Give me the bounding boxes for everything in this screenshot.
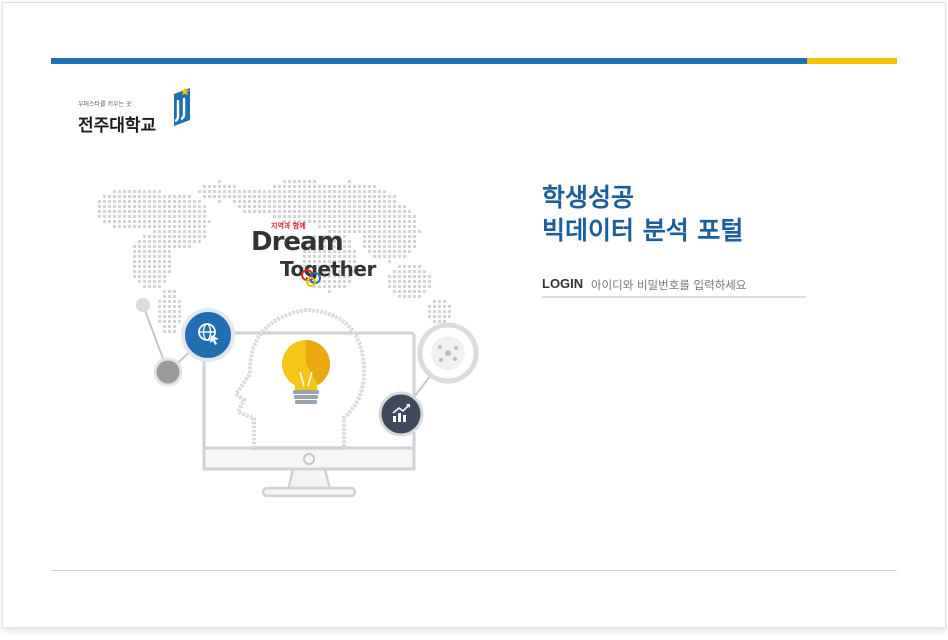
top-accent-bar-blue	[51, 58, 807, 64]
login-hint[interactable]: 아이디와 비밀번호를 입력하세요	[591, 277, 746, 293]
logo-name: 전주대학교	[78, 116, 157, 136]
word-together: Together	[280, 257, 376, 281]
portal-title-line2: 빅데이터 분석 포털	[542, 216, 744, 245]
bottom-divider	[51, 570, 897, 571]
jj-star-emblem-icon	[174, 87, 190, 126]
university-logo[interactable]: 우퍼스타를 키우는 곳 전주대학교	[76, 86, 196, 136]
globe-cursor-icon	[181, 308, 235, 362]
hero-illustration: 지역과 함께 Dream Together	[98, 180, 479, 498]
logo-slogan: 우퍼스타를 키우는 곳	[78, 101, 132, 108]
login-label: LOGIN	[542, 276, 584, 291]
bar-chart-up-icon	[378, 391, 424, 437]
portal-title-line1: 학생성공	[542, 183, 635, 212]
molecule-icon	[417, 322, 479, 384]
word-dream: Dream	[251, 227, 343, 257]
top-accent-bar-yellow	[807, 58, 897, 64]
login-row[interactable]: LOGIN 아이디와 비밀번호를 입력하세요	[542, 276, 806, 298]
